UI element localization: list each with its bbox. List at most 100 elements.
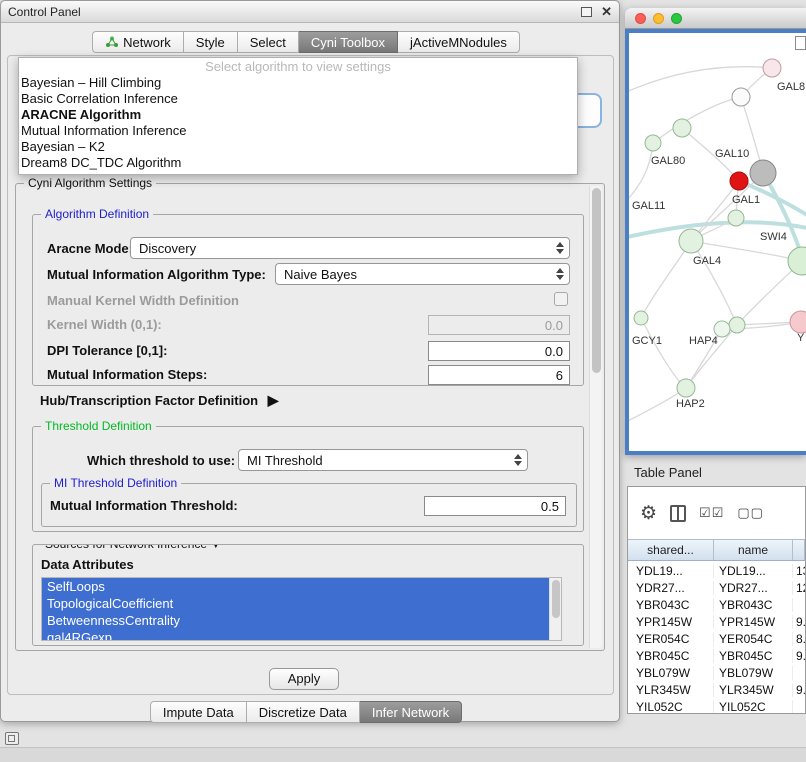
table-row[interactable]: YBR045CYBR045C9. <box>628 647 805 664</box>
dropdown-item-bayesian-hill-climbing[interactable]: Bayesian – Hill Climbing <box>19 75 577 91</box>
cell-shared: YBL079W <box>628 666 714 680</box>
settings-vertical-scrollbar[interactable] <box>589 186 602 648</box>
list-item-attribute[interactable]: BetweennessCentrality <box>42 612 549 629</box>
list-item-attribute[interactable]: SelfLoops <box>42 578 549 595</box>
tab-select[interactable]: Select <box>238 31 299 53</box>
node-label: GAL11 <box>632 200 665 212</box>
apply-button[interactable]: Apply <box>269 668 339 690</box>
data-attributes-list[interactable]: SelfLoops TopologicalCoefficient Between… <box>41 577 562 641</box>
table-row[interactable]: YBR043CYBR043C <box>628 596 805 613</box>
dropdown-hint: Select algorithm to view settings <box>19 59 577 75</box>
cell-name: YPR145W <box>714 615 793 629</box>
node-swi4[interactable] <box>788 247 806 275</box>
tab-cyni-toolbox[interactable]: Cyni Toolbox <box>299 31 398 53</box>
tab-jactivemnodules[interactable]: jActiveMNodules <box>398 31 520 53</box>
tab-impute-data[interactable]: Impute Data <box>150 701 247 723</box>
dropdown-item-dream8[interactable]: Dream8 DC_TDC Algorithm <box>19 155 577 171</box>
sources-group: Sources for Network Inference ▼ Data Att… <box>32 544 584 646</box>
sources-legend[interactable]: Sources for Network Inference ▼ <box>41 544 225 551</box>
table-row[interactable]: YBL079WYBL079W <box>628 664 805 681</box>
node-gal10[interactable] <box>750 160 776 186</box>
kernel-width-field[interactable]: 0.0 <box>428 315 570 335</box>
cell-value: 9. <box>793 615 805 629</box>
mi-algorithm-type-combobox[interactable]: Naive Bayes <box>275 263 570 285</box>
dropdown-item-mutual-information[interactable]: Mutual Information Inference <box>19 123 577 139</box>
dropdown-item-bayesian-k2[interactable]: Bayesian – K2 <box>19 139 577 155</box>
table-row[interactable]: YLR345WYLR345W9. <box>628 681 805 698</box>
table-panel-title: Table Panel <box>634 465 702 480</box>
dropdown-item-basic-correlation[interactable]: Basic Correlation Inference <box>19 91 577 107</box>
close-traffic-light[interactable] <box>635 13 646 24</box>
float-window-icon[interactable] <box>581 7 592 17</box>
cyni-algorithm-settings-legend: Cyni Algorithm Settings <box>24 176 156 190</box>
cell-name: YER054C <box>714 632 793 646</box>
table-row[interactable]: YDR27...YDR27...12 <box>628 579 805 596</box>
bottom-status-strip <box>0 747 806 762</box>
chevron-down-icon[interactable]: ▼ <box>210 544 221 551</box>
node[interactable] <box>673 119 691 137</box>
attributes-scrollbar-thumb[interactable] <box>552 580 560 618</box>
dropdown-item-aracne[interactable]: ARACNE Algorithm <box>19 107 577 123</box>
deselect-all-checkboxes-icon[interactable]: ▢▢ <box>737 505 764 521</box>
node-gal1[interactable] <box>728 210 744 226</box>
node[interactable] <box>729 317 745 333</box>
column-header-shared[interactable]: shared... <box>628 540 714 560</box>
node-label: GAL10 <box>715 148 749 160</box>
cell-shared: YDR27... <box>628 581 714 595</box>
columns-icon[interactable] <box>670 505 686 522</box>
chevron-right-icon[interactable]: ▶ <box>268 392 279 408</box>
node-gal80[interactable] <box>645 135 661 151</box>
algorithm-definition-group: Algorithm Definition Aracne Mode: Discov… <box>32 214 584 386</box>
select-all-checkboxes-icon[interactable]: ☑☑ <box>699 505 724 521</box>
node-label: HAP2 <box>676 398 705 410</box>
node-gcy1[interactable] <box>634 311 648 325</box>
tab-cyni-toolbox-label: Cyni Toolbox <box>311 35 385 50</box>
node-selected-red[interactable] <box>730 172 748 190</box>
cell-name: YBR045C <box>714 649 793 663</box>
top-tab-bar: Network Style Select Cyni Toolbox jActiv… <box>1 31 611 53</box>
tab-discretize-data-label: Discretize Data <box>259 705 347 720</box>
table-row[interactable]: YPR145WYPR145W9. <box>628 613 805 630</box>
node[interactable] <box>763 59 781 77</box>
hub-tf-section-toggle[interactable]: Hub/Transcription Factor Definition ▶ <box>40 392 279 409</box>
gear-icon[interactable]: ⚙ <box>640 504 657 523</box>
table-row[interactable]: YIL052CYIL052C <box>628 698 805 714</box>
mi-threshold-field[interactable]: 0.5 <box>424 496 566 516</box>
control-panel-titlebar[interactable]: Control Panel ✕ <box>1 1 619 23</box>
tab-discretize-data[interactable]: Discretize Data <box>247 701 360 723</box>
minimize-traffic-light[interactable] <box>653 13 664 24</box>
mi-steps-field[interactable]: 6 <box>428 365 570 385</box>
tab-infer-network[interactable]: Infer Network <box>360 701 462 723</box>
tab-network[interactable]: Network <box>92 31 184 53</box>
docked-panel-icon[interactable] <box>5 732 19 745</box>
settings-scrollbar-thumb[interactable] <box>592 188 601 373</box>
table-row[interactable]: YER054CYER054C8. <box>628 630 805 647</box>
close-icon[interactable]: ✕ <box>601 5 612 18</box>
cell-name: YDR27... <box>714 581 793 595</box>
network-window-titlebar[interactable] <box>625 8 806 29</box>
network-canvas[interactable]: GAL8 GAL80 GAL10 GAL11 GAL1 SWI4 GAL4 GC… <box>629 33 806 451</box>
list-item-attribute[interactable]: TopologicalCoefficient <box>42 595 549 612</box>
manual-kernel-width-checkbox[interactable] <box>554 292 568 306</box>
column-header-cut[interactable] <box>793 540 805 560</box>
table-header-row: shared... name <box>628 539 805 561</box>
tab-style[interactable]: Style <box>184 31 238 53</box>
dpi-tolerance-field[interactable]: 0.0 <box>428 341 570 361</box>
table-toolbar: ⚙ ☑☑ ▢▢ <box>628 487 805 539</box>
algorithm-dropdown-list[interactable]: Select algorithm to view settings Bayesi… <box>18 57 578 175</box>
table-row[interactable]: YDL19...YDL19...13 <box>628 562 805 579</box>
network-edges <box>629 67 806 423</box>
which-threshold-combobox[interactable]: MI Threshold <box>238 449 528 471</box>
threshold-definition-legend: Threshold Definition <box>41 419 156 433</box>
network-scroll-corner[interactable] <box>795 36 806 50</box>
column-header-name[interactable]: name <box>714 540 793 560</box>
list-item-attribute[interactable]: gal4RGexp <box>42 629 549 641</box>
node-gal4[interactable] <box>679 229 703 253</box>
attributes-list-scrollbar[interactable] <box>549 578 561 640</box>
node-hap2[interactable] <box>677 379 695 397</box>
node-label: GAL8 <box>777 81 805 93</box>
zoom-traffic-light[interactable] <box>671 13 682 24</box>
node[interactable] <box>732 88 750 106</box>
node[interactable] <box>790 311 806 333</box>
aracne-mode-combobox[interactable]: Discovery <box>130 237 570 259</box>
